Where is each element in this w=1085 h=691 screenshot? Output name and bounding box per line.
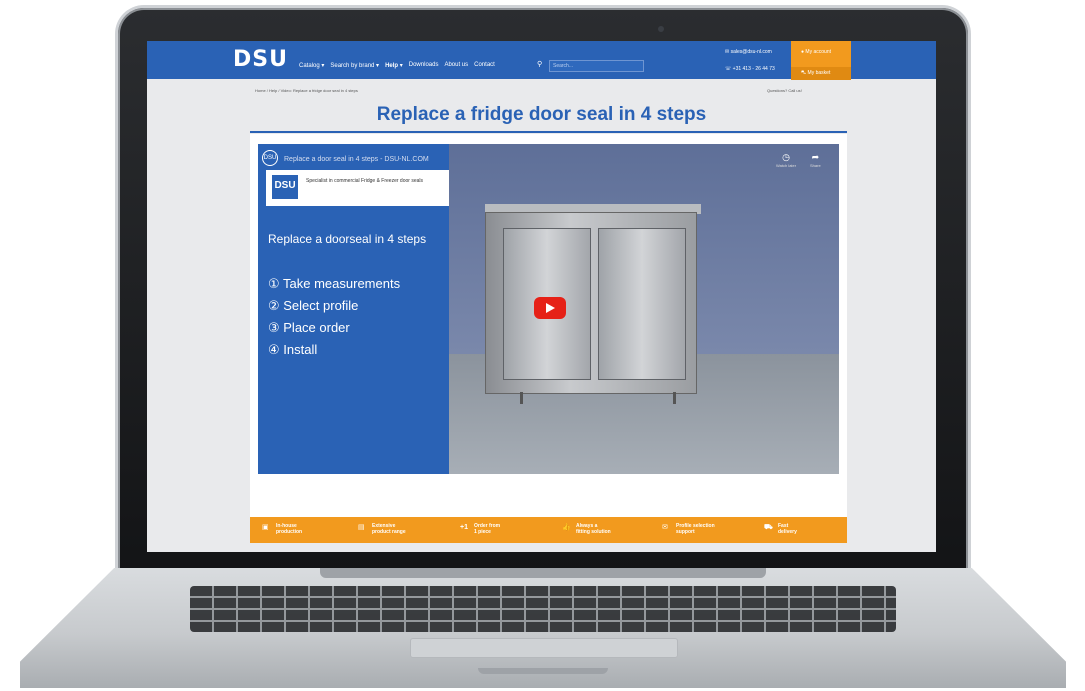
breadcrumb[interactable]: Home / Help / Video: Replace a fridge do…	[255, 88, 358, 93]
video-brand-text: Specialist in commercial Fridge & Freeze…	[306, 178, 423, 184]
feature-delivery: ⛟ Fast delivery	[764, 523, 797, 535]
feature-label: Fast delivery	[778, 523, 797, 535]
nav-contact[interactable]: Contact	[474, 62, 495, 69]
channel-avatar[interactable]: DSU	[262, 150, 278, 166]
truck-icon: ⛟	[764, 524, 773, 531]
feature-strip: ▣ In-house production ▤ Extensive product …	[250, 517, 847, 543]
clock-icon: ◷	[782, 152, 790, 162]
email-text: sales@dsu-nl.com	[730, 49, 772, 55]
support-icon: ✉	[662, 524, 668, 531]
watch-later-label: Watch later	[776, 163, 797, 168]
nav-downloads[interactable]: Downloads	[409, 62, 439, 69]
video-brand-logo: DSU	[272, 175, 298, 199]
video-step-3: ③ Place order	[268, 320, 350, 335]
basket-link[interactable]: ⛍ My basket	[791, 67, 851, 80]
fridge-door-right	[598, 228, 686, 380]
feature-label: Always a fitting solution	[576, 523, 611, 535]
phone-text: +31 413 - 26 44 73	[732, 66, 775, 72]
search-icon[interactable]: ⚲	[537, 60, 542, 68]
feature-label: Extensive product range	[372, 523, 406, 535]
range-icon: ▤	[358, 524, 365, 531]
nav-search-by-brand[interactable]: Search by brand ▾	[330, 62, 379, 69]
account-link[interactable]: ● My account	[791, 49, 851, 55]
factory-icon: ▣	[262, 524, 269, 531]
feature-in-house: ▣ In-house production	[262, 523, 303, 535]
feature-fitting: 👍 Always a fitting solution	[562, 523, 611, 535]
feature-label: Profile selection support	[676, 523, 715, 535]
basket-label: My basket	[807, 70, 831, 76]
front-notch	[478, 668, 608, 674]
title-divider	[250, 131, 847, 133]
video-brand-box: DSU Specialist in commercial Fridge & Fr…	[266, 170, 449, 206]
account-box: ● My account ⛍ My basket	[791, 41, 851, 80]
share-button[interactable]: ➦ Share	[810, 152, 821, 168]
main-nav: Catalog ▾ Search by brand ▾ Help ▾ Downl…	[299, 62, 495, 69]
email-link[interactable]: ✉ sales@dsu-nl.com	[725, 49, 772, 55]
phone-link[interactable]: ☏ +31 413 - 26 44 73	[725, 66, 775, 72]
video-step-2: ② Select profile	[268, 298, 359, 313]
video-step-4: ④ Install	[268, 342, 318, 357]
thumb-icon: 👍	[562, 524, 571, 531]
video-player[interactable]: DSU Specialist in commercial Fridge & Fr…	[258, 144, 839, 474]
laptop-hinge	[320, 568, 766, 578]
feature-support: ✉ Profile selection support	[662, 523, 715, 535]
help-contact-text: Questions? Call us!	[767, 88, 802, 93]
nav-help[interactable]: Help ▾	[385, 62, 403, 69]
feature-one-piece: +1 Order from 1 piece	[460, 523, 501, 535]
feature-label: Order from 1 piece	[474, 523, 501, 535]
one-icon: +1	[460, 524, 468, 531]
video-heading: Replace a doorseal in 4 steps	[268, 232, 427, 246]
play-button[interactable]	[534, 297, 566, 319]
keyboard	[190, 586, 896, 632]
video-step-1: ① Take measurements	[268, 276, 401, 291]
share-icon: ➦	[811, 152, 820, 162]
trackpad	[410, 638, 678, 658]
fridge-legs	[520, 392, 676, 404]
video-title[interactable]: Replace a door seal in 4 steps - DSU-NL.…	[284, 156, 429, 163]
watch-later-button[interactable]: ◷ Watch later	[776, 152, 796, 168]
camera-icon	[658, 26, 664, 32]
page-title: Replace a fridge door seal in 4 steps	[376, 104, 707, 125]
laptop-base	[20, 568, 1066, 688]
nav-catalog[interactable]: Catalog ▾	[299, 62, 324, 69]
site-header: DSU Catalog ▾ Search by brand ▾ Help ▾ D…	[147, 41, 936, 80]
share-label: Share	[810, 163, 821, 168]
laptop-screen: DSU Catalog ▾ Search by brand ▾ Help ▾ D…	[147, 41, 936, 552]
site-logo[interactable]: DSU	[233, 47, 288, 72]
search-input[interactable]: Search...	[549, 60, 644, 72]
account-label: My account	[805, 49, 831, 55]
nav-about-us[interactable]: About us	[444, 62, 468, 69]
feature-label: In-house production	[276, 523, 303, 535]
feature-range: ▤ Extensive product range	[358, 523, 406, 535]
